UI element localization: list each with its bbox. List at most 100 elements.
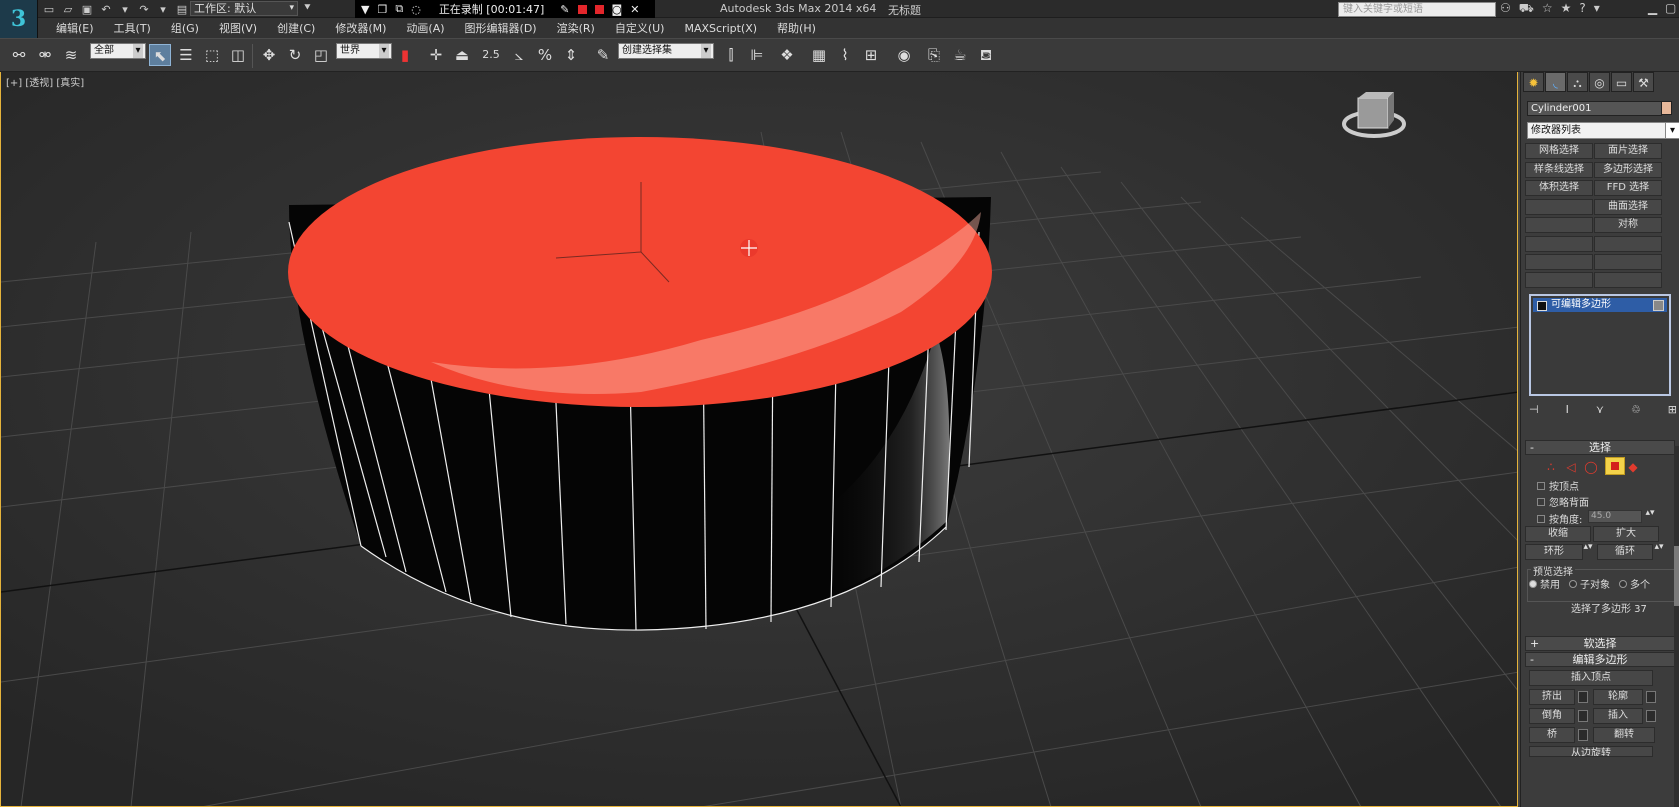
modifier-list-dropdown[interactable]: 修改器列表 — [1527, 122, 1679, 139]
align-icon[interactable]: ⊫ — [746, 44, 768, 66]
empty-mod-button[interactable] — [1594, 272, 1662, 288]
edge-mode-icon[interactable]: ◁ — [1563, 460, 1579, 474]
named-selection-dropdown[interactable]: 创建选择集 — [618, 43, 714, 59]
snap-toggle-icon[interactable]: 2.5 — [480, 44, 502, 66]
symmetry-button[interactable]: 对称 — [1594, 217, 1662, 233]
preview-off-radio[interactable]: 禁用 — [1529, 576, 1560, 591]
empty-mod-button[interactable] — [1594, 236, 1662, 252]
rec-lasso-icon[interactable]: ◌ — [411, 3, 421, 16]
menu-tools[interactable]: 工具(T) — [104, 20, 161, 36]
empty-mod-button[interactable] — [1594, 254, 1662, 270]
menu-rendering[interactable]: 渲染(R) — [547, 20, 605, 36]
bridge-settings-icon[interactable] — [1578, 729, 1588, 741]
utilities-tab-icon[interactable]: ⚒ — [1633, 72, 1654, 92]
help-icon[interactable]: ? — [1579, 1, 1585, 17]
select-by-name-icon[interactable]: ☰ — [175, 44, 197, 66]
object-name-field[interactable]: Cylinder001 — [1527, 101, 1662, 116]
empty-mod-button[interactable] — [1525, 236, 1593, 252]
schematic-view-icon[interactable]: ⊞ — [860, 44, 882, 66]
empty-mod-button[interactable] — [1525, 254, 1593, 270]
spinner-snap-icon[interactable]: ⇕ — [560, 44, 582, 66]
menu-help[interactable]: 帮助(H) — [767, 20, 826, 36]
angle-value-input[interactable]: 45.0 — [1588, 510, 1642, 523]
stack-item-editable-poly[interactable]: 可编辑多边形 — [1533, 298, 1667, 312]
move-icon[interactable]: ✥ — [258, 44, 280, 66]
bridge-button[interactable]: 桥 — [1529, 727, 1575, 743]
rec-stop-icon[interactable] — [594, 4, 604, 14]
bind-space-warp-icon[interactable]: ≋ — [60, 44, 82, 66]
select-manipulate-icon[interactable]: ✛ — [425, 44, 447, 66]
menu-modifiers[interactable]: 修改器(M) — [325, 20, 396, 36]
undo-icon[interactable]: ↶ — [99, 3, 113, 16]
modify-tab-icon[interactable]: ◟ — [1545, 72, 1566, 92]
selection-filter-dropdown[interactable]: 全部 — [90, 43, 146, 59]
menu-graph-editors[interactable]: 图形编辑器(D) — [455, 20, 547, 36]
panel-scrollbar[interactable] — [1674, 446, 1679, 807]
mesh-select-button[interactable]: 网格选择 — [1525, 143, 1593, 159]
favorites-icon[interactable]: ★ — [1561, 1, 1572, 17]
vertex-mode-icon[interactable]: ∴ — [1543, 460, 1559, 474]
display-tab-icon[interactable]: ▭ — [1611, 72, 1632, 92]
outline-button[interactable]: 轮廓 — [1593, 689, 1643, 705]
scene-explorer-icon[interactable]: ❖ — [776, 44, 798, 66]
perspective-viewport[interactable]: [+] [透视] [真实] — [0, 72, 1518, 807]
outline-settings-icon[interactable] — [1646, 691, 1656, 703]
maximize-icon[interactable]: ▢ — [1665, 1, 1676, 17]
configure-sets-icon[interactable]: ⊞ — [1668, 403, 1677, 417]
spline-select-button[interactable]: 样条线选择 — [1525, 162, 1593, 178]
empty-mod-button[interactable] — [1525, 272, 1593, 288]
layer-manager-icon[interactable]: ▦ — [808, 44, 830, 66]
subscription-icon[interactable]: ⛟ — [1519, 1, 1534, 17]
motion-tab-icon[interactable]: ◎ — [1589, 72, 1610, 92]
rec-camera-icon[interactable]: ◙ — [612, 3, 623, 16]
angle-spinner-icon[interactable]: ▴▾ — [1645, 509, 1655, 524]
qa-customize-icon[interactable]: ⯆ — [303, 1, 312, 15]
poly-select-button[interactable]: 多边形选择 — [1594, 162, 1662, 178]
select-object-icon[interactable]: ⬉ — [149, 44, 171, 66]
rendered-frame-icon[interactable]: ☕ — [949, 44, 971, 66]
redo-dropdown-icon[interactable]: ▾ — [156, 3, 170, 16]
show-end-result-icon[interactable]: Ⅰ — [1566, 403, 1569, 417]
edit-polygons-rollout-header[interactable]: - 编辑多边形 — [1525, 652, 1675, 667]
surface-select-button[interactable]: 曲面选择 — [1594, 199, 1662, 215]
curve-editor-icon[interactable]: ⌇ — [834, 44, 856, 66]
bevel-button[interactable]: 倒角 — [1529, 708, 1575, 724]
binoculars-icon[interactable]: ⚇ — [1500, 1, 1511, 17]
flip-button[interactable]: 翻转 — [1593, 727, 1655, 743]
menu-group[interactable]: 组(G) — [161, 20, 209, 36]
bevel-settings-icon[interactable] — [1578, 710, 1588, 722]
mirror-icon[interactable]: ⫿ — [720, 44, 742, 66]
window-crossing-icon[interactable]: ◫ — [227, 44, 249, 66]
inset-settings-icon[interactable] — [1646, 710, 1656, 722]
loop-button[interactable]: 循环 — [1597, 544, 1653, 560]
rotate-icon[interactable]: ↻ — [284, 44, 306, 66]
object-color-swatch[interactable] — [1661, 101, 1672, 115]
material-editor-icon[interactable]: ◉ — [893, 44, 915, 66]
rec-menu-icon[interactable]: ▼ — [361, 3, 369, 16]
ignore-backface-checkbox[interactable]: 忽略背面 — [1537, 494, 1589, 509]
undo-dropdown-icon[interactable]: ▾ — [118, 3, 132, 16]
rec-pause-icon[interactable] — [577, 4, 587, 14]
angle-snap-icon[interactable]: ⦣ — [508, 44, 530, 66]
menu-maxscript[interactable]: MAXScript(X) — [674, 22, 767, 35]
open-file-icon[interactable]: ▱ — [61, 3, 75, 16]
render-setup-icon[interactable]: ⎘ — [923, 44, 945, 66]
patch-select-button[interactable]: 面片选择 — [1594, 143, 1662, 159]
by-angle-checkbox[interactable]: 按角度: — [1537, 511, 1582, 526]
link-icon[interactable]: ⚯ — [8, 44, 30, 66]
ring-spinner-icon[interactable]: ▴▾ — [1583, 543, 1593, 558]
render-production-icon[interactable]: ⛾ — [975, 44, 997, 66]
scale-icon[interactable]: ◰ — [310, 44, 332, 66]
extrude-button[interactable]: 挤出 — [1529, 689, 1575, 705]
empty-mod-button[interactable] — [1525, 199, 1593, 215]
minimize-icon[interactable]: ▁ — [1648, 1, 1657, 17]
menu-create[interactable]: 创建(C) — [267, 20, 325, 36]
panel-scroll-thumb[interactable] — [1674, 546, 1679, 606]
preview-subobj-radio[interactable]: 子对象 — [1569, 576, 1610, 591]
make-unique-icon[interactable]: ⋎ — [1596, 403, 1604, 417]
menu-edit[interactable]: 编辑(E) — [46, 20, 104, 36]
ref-coord-dropdown[interactable]: 世界 — [336, 43, 392, 59]
app-logo[interactable]: 3 — [0, 0, 38, 38]
by-vertex-checkbox[interactable]: 按顶点 — [1537, 478, 1579, 493]
remove-modifier-icon[interactable]: ♲ — [1631, 403, 1641, 417]
